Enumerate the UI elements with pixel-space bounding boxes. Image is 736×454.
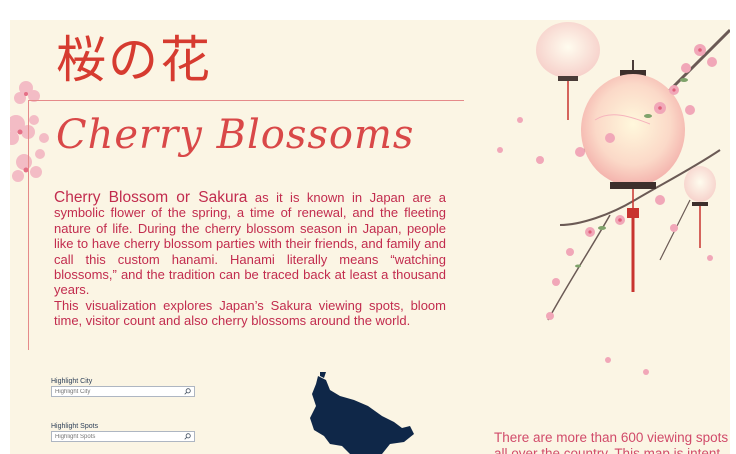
highlight-city-box[interactable]: [51, 386, 195, 397]
intro-lead: Cherry Blossom or Sakura: [54, 189, 248, 206]
script-title: Cherry Blossoms: [56, 112, 415, 158]
lantern-illustration: [497, 22, 730, 375]
dashboard-canvas: 桜の花 Cherry Blossoms Cherry Blossom or Sa…: [10, 20, 730, 454]
highlight-spots-input[interactable]: [55, 432, 175, 441]
highlight-city-input[interactable]: [55, 387, 175, 396]
highlight-city-filter: Highlight City: [51, 378, 195, 397]
stats-line-1: There are more than 600 viewing spots: [494, 430, 729, 445]
stats-line-2: all over the country. This map is intent: [494, 446, 721, 454]
intro-paragraph-1: as it is known in Japan are a symbolic f…: [54, 190, 446, 298]
intro-text: Cherry Blossom or Sakura as it is known …: [54, 190, 446, 329]
kanji-title: 桜の花: [56, 31, 212, 89]
japan-map[interactable]: [290, 372, 430, 454]
search-icon[interactable]: [184, 433, 191, 440]
highlight-spots-label: Highlight Spots: [51, 423, 99, 430]
search-icon[interactable]: [184, 388, 191, 395]
title-divider: [28, 100, 464, 101]
highlight-spots-filter: Highlight Spots: [51, 423, 195, 442]
left-border-line: [28, 100, 29, 350]
intro-paragraph-2: This visualization explores Japan’s Saku…: [54, 297, 446, 329]
highlight-spots-box[interactable]: [51, 431, 195, 442]
highlight-city-label: Highlight City: [51, 378, 93, 385]
